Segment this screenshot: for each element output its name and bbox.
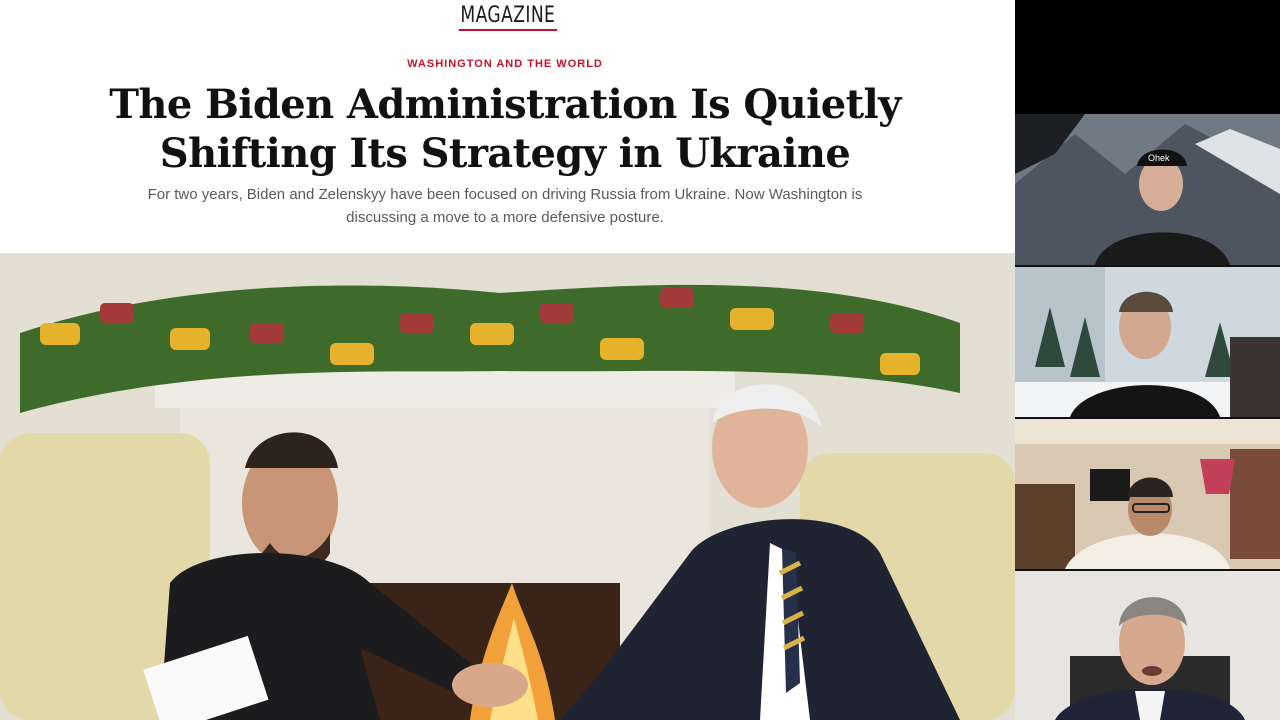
section-kicker[interactable]: WASHINGTON AND THE WORLD <box>0 58 1010 70</box>
participant-tile-2[interactable] <box>1015 267 1280 417</box>
participant-video-4 <box>1015 571 1280 720</box>
magazine-logo[interactable]: MAGAZINE <box>458 3 557 31</box>
participant-tile-3[interactable] <box>1015 419 1280 569</box>
dek-line-1: For two years, Biden and Zelenskyy have … <box>147 186 863 203</box>
call-header-area <box>1043 0 1280 113</box>
hero-photo <box>0 253 1015 720</box>
participant-video-1: Ohek <box>1015 114 1280 265</box>
dek-line-2: discussing a move to a more defensive po… <box>346 209 664 226</box>
shared-article-screen: MAGAZINE WASHINGTON AND THE WORLD The Bi… <box>0 0 1015 720</box>
participant-tile-1[interactable]: Ohek <box>1015 114 1280 265</box>
cap-logo-text: Ohek <box>1148 153 1170 163</box>
article-dek: For two years, Biden and Zelenskyy have … <box>120 183 890 229</box>
headline-line-2: Shifting Its Strategy in Ukraine <box>159 130 851 177</box>
masthead: MAGAZINE <box>0 0 1015 34</box>
participant-tile-4[interactable] <box>1015 571 1280 720</box>
article-headline: The Biden Administration Is Quietly Shif… <box>0 80 1010 178</box>
hero-photo-illustration <box>0 253 1015 720</box>
participant-video-3 <box>1015 419 1280 569</box>
headline-line-1: The Biden Administration Is Quietly <box>109 81 901 128</box>
participant-video-2 <box>1015 267 1280 417</box>
